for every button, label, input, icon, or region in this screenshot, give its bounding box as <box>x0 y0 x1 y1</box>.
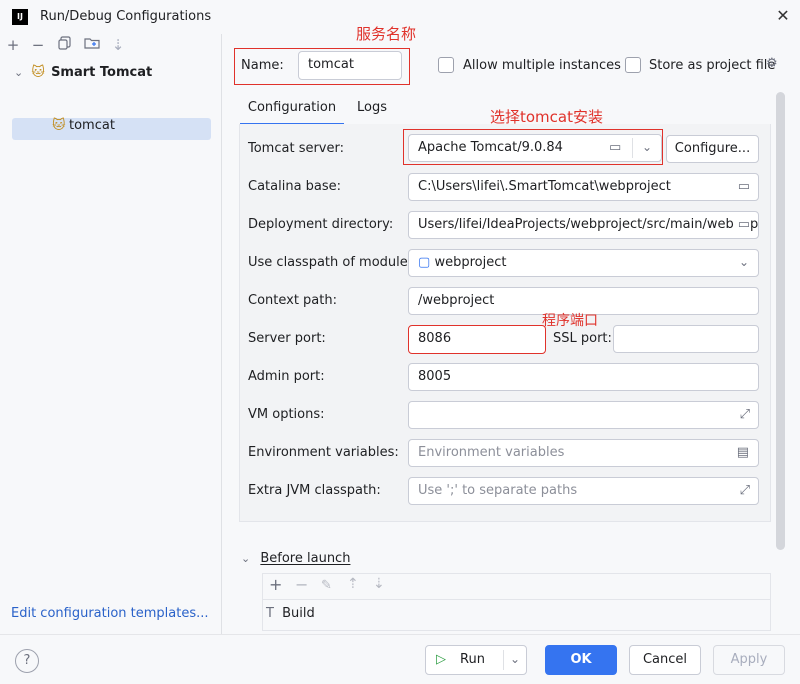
classpath-module-value: webproject <box>434 255 507 270</box>
run-button-label: Run <box>460 652 485 667</box>
environment-variables-label: Environment variables: <box>248 445 399 460</box>
tomcat-icon: 🐱 <box>52 118 66 133</box>
add-icon[interactable]: + <box>269 575 282 594</box>
tab-logs[interactable]: Logs <box>357 96 387 124</box>
new-folder-icon[interactable] <box>82 35 102 55</box>
configure-button[interactable]: Configure... <box>666 135 759 163</box>
extra-jvm-classpath-label: Extra JVM classpath: <box>248 483 381 498</box>
hammer-icon: T <box>266 606 274 621</box>
chevron-down-icon: ⌄ <box>14 66 24 79</box>
tree-item-label: tomcat <box>69 118 115 133</box>
help-icon[interactable]: ? <box>15 649 39 673</box>
move-up-icon[interactable]: ⇡ <box>347 576 359 592</box>
vm-options-input[interactable]: ⤢ <box>408 401 759 429</box>
vm-options-label: VM options: <box>248 407 325 422</box>
deployment-directory-value: Users/lifei/IdeaProjects/webproject/src/… <box>418 217 759 232</box>
admin-port-label: Admin port: <box>248 369 325 384</box>
deployment-directory-label: Deployment directory: <box>248 217 394 232</box>
module-folder-icon: ▢ <box>418 255 431 270</box>
gear-icon[interactable]: ⚙ <box>766 56 778 71</box>
edit-icon[interactable]: ✎ <box>321 578 332 593</box>
chevron-down-icon[interactable]: ⌄ <box>739 250 749 275</box>
deployment-directory-input[interactable]: Users/lifei/IdeaProjects/webproject/src/… <box>408 211 759 239</box>
extra-jvm-classpath-input[interactable]: Use ';' to separate paths ⤢ <box>408 477 759 505</box>
catalina-base-value: C:\Users\lifei\.SmartTomcat\webproject <box>418 179 671 194</box>
cancel-button[interactable]: Cancel <box>629 645 701 675</box>
dropdown-divider <box>632 138 633 158</box>
environment-variables-input[interactable]: Environment variables ▤ <box>408 439 759 467</box>
play-icon: ▷ <box>436 652 446 667</box>
dialog-footer: ? ▷ Run ⌄ OK Cancel Apply <box>0 634 800 684</box>
context-path-label: Context path: <box>248 293 337 308</box>
environment-variables-placeholder: Environment variables <box>418 445 565 460</box>
ssl-port-label: SSL port: <box>553 331 612 346</box>
chevron-down-icon[interactable]: ⌄ <box>642 135 652 160</box>
server-port-label: Server port: <box>248 331 326 346</box>
move-down-icon[interactable]: ⇣ <box>373 576 385 592</box>
admin-port-input[interactable]: 8005 <box>408 363 759 391</box>
allow-multiple-checkbox[interactable] <box>438 57 454 73</box>
server-port-input[interactable]: 8086 <box>408 325 546 354</box>
tomcat-icon: 🐱 <box>31 65 45 80</box>
ok-button[interactable]: OK <box>545 645 617 675</box>
tomcat-server-label: Tomcat server: <box>248 141 344 156</box>
document-icon[interactable]: ▤ <box>737 440 749 466</box>
window-title: Run/Debug Configurations <box>40 9 212 24</box>
classpath-module-select[interactable]: ▢ webproject ⌄ <box>408 249 759 277</box>
annotation-program-port: 程序端口 <box>542 313 598 329</box>
close-icon[interactable]: ✕ <box>772 5 794 27</box>
chevron-down-icon: ⌄ <box>241 552 251 565</box>
run-button[interactable]: ▷ Run ⌄ <box>425 645 527 675</box>
tomcat-server-value: Apache Tomcat/9.0.84 <box>418 140 563 155</box>
vertical-scrollbar[interactable] <box>776 92 785 550</box>
store-as-project-file-label: Store as project file <box>649 58 776 73</box>
classpath-module-label: Use classpath of module: <box>248 255 413 270</box>
folder-icon[interactable]: ▭ <box>738 174 750 200</box>
remove-icon[interactable]: − <box>28 35 48 55</box>
annotation-service-name: 服务名称 <box>356 25 417 43</box>
sort-icon[interactable]: ⇣ <box>108 35 128 55</box>
allow-multiple-label: Allow multiple instances <box>463 58 621 73</box>
before-launch-list: + − ✎ ⇡ ⇣ T Build <box>262 573 771 631</box>
tree-item-tomcat[interactable]: 🐱 tomcat <box>12 118 211 140</box>
tomcat-server-select[interactable]: Apache Tomcat/9.0.84 ▭ ⌄ <box>408 134 662 162</box>
intellij-app-icon: IJ <box>12 9 28 25</box>
extra-jvm-classpath-placeholder: Use ';' to separate paths <box>418 483 578 498</box>
before-launch-header[interactable]: ⌄ Before launch <box>241 551 350 566</box>
apply-button[interactable]: Apply <box>713 645 785 675</box>
chevron-down-icon[interactable]: ⌄ <box>510 645 520 673</box>
before-launch-task-build[interactable]: T Build <box>266 606 315 621</box>
catalina-base-input[interactable]: C:\Users\lifei\.SmartTomcat\webproject ▭ <box>408 173 759 201</box>
copy-icon[interactable] <box>55 35 75 55</box>
configuration-tree-panel: + − ⇣ ⌄ 🐱 Smart Tomcat 🐱 tomcat Edit con… <box>0 34 222 634</box>
folder-icon[interactable]: ▭ <box>609 135 621 161</box>
expand-icon[interactable]: ⤢ <box>740 402 750 428</box>
add-icon[interactable]: + <box>3 35 23 55</box>
remove-icon[interactable]: − <box>295 575 308 594</box>
catalina-base-label: Catalina base: <box>248 179 342 194</box>
store-as-project-file-checkbox[interactable] <box>625 57 641 73</box>
name-label: Name: <box>241 58 284 73</box>
edit-configuration-templates-link[interactable]: Edit configuration templates... <box>11 606 209 621</box>
ssl-port-input[interactable] <box>613 325 759 353</box>
folder-icon[interactable]: ▭ <box>733 212 750 238</box>
expand-icon[interactable]: ⤢ <box>740 478 750 504</box>
build-task-label: Build <box>282 606 315 621</box>
before-launch-title: Before launch <box>260 551 351 566</box>
tree-group-label: Smart Tomcat <box>51 65 153 80</box>
run-divider <box>503 650 504 670</box>
tab-configuration[interactable]: Configuration <box>240 96 344 126</box>
name-input[interactable]: tomcat <box>298 51 402 80</box>
tree-group-smart-tomcat[interactable]: ⌄ 🐱 Smart Tomcat <box>14 62 152 84</box>
